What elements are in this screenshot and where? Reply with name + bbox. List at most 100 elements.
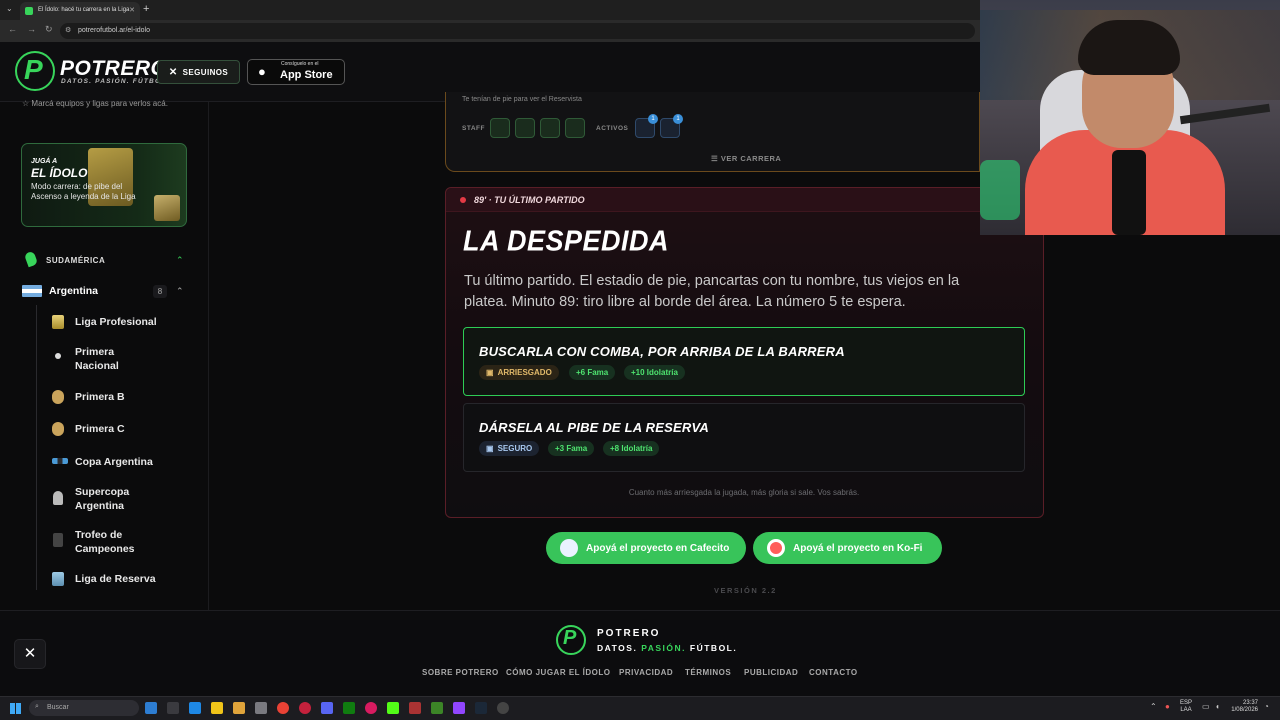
region-label: SUDAMÉRICA bbox=[46, 256, 106, 265]
tab-menu-icon[interactable]: ⌄ bbox=[6, 4, 13, 13]
active-count-badge: 1 bbox=[648, 114, 658, 124]
tab-title: El Ídolo: hacé tu carrera en la Liga bbox=[38, 7, 130, 13]
follow-x-button[interactable]: ✕ SEGUINOS bbox=[157, 60, 240, 84]
task-view-icon[interactable] bbox=[145, 702, 157, 714]
choice-option-safe[interactable] bbox=[463, 403, 1025, 472]
footer-link-publicidad[interactable]: PUBLICIDAD bbox=[744, 668, 798, 677]
promo-title: EL ÍDOLO bbox=[31, 166, 88, 180]
liga-profesional-icon bbox=[52, 315, 64, 329]
footer-link-como-jugar[interactable]: CÓMO JUGAR EL ÍDOLO bbox=[506, 668, 610, 677]
cafecito-button[interactable]: Apoyá el proyecto en Cafecito bbox=[546, 532, 746, 564]
notifications-icon[interactable]: ◔ bbox=[1264, 702, 1269, 711]
app-store-label: App Store bbox=[280, 69, 333, 81]
favicon-icon bbox=[25, 7, 33, 15]
sidebar-item-liga-de-reserva[interactable]: Liga de Reserva bbox=[75, 572, 156, 586]
browser-tab[interactable]: El Ídolo: hacé tu carrera en la Liga ✕ bbox=[20, 2, 140, 20]
chevron-up-icon[interactable]: ⌃ bbox=[176, 255, 184, 266]
staff-doctor-icon[interactable] bbox=[490, 118, 510, 138]
apple-icon: ● bbox=[258, 64, 266, 79]
favorites-hint: ☆ Marcá equipos y ligas para verlos acá. bbox=[22, 99, 168, 108]
fame-reward-badge: +3 Fama bbox=[548, 441, 595, 456]
risk-hint: Cuanto más arriesgada la jugada, más glo… bbox=[628, 488, 860, 497]
sidebar-item-supercopa-argentina[interactable]: Supercopa Argentina bbox=[75, 485, 165, 513]
steam-icon[interactable] bbox=[475, 702, 487, 714]
staff-agent-icon[interactable] bbox=[565, 118, 585, 138]
media-player-icon[interactable] bbox=[365, 702, 377, 714]
safe-badge: ▣ SEGURO bbox=[479, 441, 540, 456]
input-language[interactable]: ESP LAA bbox=[1180, 700, 1192, 714]
footer-link-contacto[interactable]: CONTACTO bbox=[809, 668, 858, 677]
player-card-small-image bbox=[154, 195, 180, 221]
sidebar-item-primera-nacional[interactable]: Primera Nacional bbox=[75, 345, 155, 373]
recording-app-icon[interactable] bbox=[409, 702, 421, 714]
sidebar-item-liga-profesional[interactable]: Liga Profesional bbox=[75, 315, 157, 329]
star-icon: ☆ bbox=[22, 99, 32, 108]
country-count-badge: 8 bbox=[153, 285, 167, 298]
chrome-icon[interactable] bbox=[277, 702, 289, 714]
promo-pre: JUGÁ A bbox=[31, 158, 58, 165]
event-title: LA DESPEDIDA bbox=[463, 225, 670, 257]
country-label[interactable]: Argentina bbox=[49, 285, 98, 297]
footer-link-sobre[interactable]: SOBRE POTRERO bbox=[422, 668, 499, 677]
match-minute: 89' · TU ÚLTIMO PARTIDO bbox=[474, 195, 585, 205]
footer-logo-letter: P bbox=[563, 627, 577, 649]
opera-icon[interactable] bbox=[299, 702, 311, 714]
risk-badge: ▣ ARRIESGADO bbox=[479, 365, 559, 380]
sidebar-item-primera-b[interactable]: Primera B bbox=[75, 390, 125, 404]
file-explorer-icon[interactable] bbox=[167, 702, 179, 714]
site-footer bbox=[0, 610, 1280, 696]
xbox-icon[interactable] bbox=[343, 702, 355, 714]
clock[interactable]: 23:37 1/08/2026 bbox=[1228, 700, 1258, 714]
microphone-icon[interactable]: ● bbox=[1165, 702, 1170, 711]
choice-option-risky[interactable] bbox=[463, 327, 1025, 396]
taskbar-search-input[interactable] bbox=[29, 700, 139, 716]
follow-label: SEGUINOS bbox=[182, 67, 229, 77]
view-career-button[interactable]: ☰ VER CARRERA bbox=[711, 148, 781, 166]
primera-c-icon bbox=[52, 422, 64, 436]
footer-brand: POTRERO bbox=[597, 628, 661, 639]
display-icon[interactable]: ▭ bbox=[1202, 702, 1210, 711]
sidebar-item-primera-c[interactable]: Primera C bbox=[75, 422, 125, 436]
shield-icon: ▣ bbox=[486, 444, 494, 453]
x-logo-icon: ✕ bbox=[168, 66, 178, 78]
site-info-icon[interactable]: ⚙ bbox=[65, 26, 71, 34]
volume-icon[interactable]: ◖ bbox=[1215, 702, 1220, 711]
sidebar-item-copa-argentina[interactable]: Copa Argentina bbox=[75, 455, 153, 469]
list-icon: ☰ bbox=[711, 154, 721, 163]
app-icon[interactable] bbox=[255, 702, 267, 714]
new-tab-button[interactable]: + bbox=[143, 3, 149, 15]
forward-icon[interactable]: → bbox=[27, 24, 36, 34]
url-text: potrerofutbol.ar/el-idolo bbox=[78, 27, 150, 34]
discord-icon[interactable] bbox=[321, 702, 333, 714]
x-social-icon[interactable]: ✕ bbox=[14, 639, 46, 669]
dice-icon: ▣ bbox=[486, 368, 494, 377]
mail-icon[interactable] bbox=[189, 702, 201, 714]
chevron-up-icon[interactable]: ⌃ bbox=[176, 286, 184, 297]
notes-icon[interactable] bbox=[211, 702, 223, 714]
footer-link-terminos[interactable]: TÉRMINOS bbox=[685, 668, 731, 677]
url-field[interactable] bbox=[60, 23, 975, 39]
kofi-button[interactable]: Apoyá el proyecto en Ko-Fi bbox=[753, 532, 942, 564]
close-tab-icon[interactable]: ✕ bbox=[129, 6, 135, 14]
staff-psychologist-icon[interactable] bbox=[540, 118, 560, 138]
reload-icon[interactable]: ↻ bbox=[45, 24, 53, 35]
footer-link-privacidad[interactable]: PRIVACIDAD bbox=[619, 668, 673, 677]
primera-nacional-icon bbox=[55, 353, 61, 359]
sidebar-item-trofeo-de-campeones[interactable]: Trofeo de Campeones bbox=[75, 528, 165, 556]
tray-chevron-icon[interactable]: ⌃ bbox=[1150, 702, 1157, 711]
activos-label: ACTIVOS bbox=[596, 125, 629, 132]
back-icon[interactable]: ← bbox=[8, 24, 17, 34]
obs-icon[interactable] bbox=[497, 702, 509, 714]
kick-icon[interactable] bbox=[387, 702, 399, 714]
footer-tagline: DATOS. PASIÓN. FÚTBOL. bbox=[597, 643, 738, 653]
staff-trainer-icon[interactable] bbox=[515, 118, 535, 138]
minecraft-icon[interactable] bbox=[431, 702, 443, 714]
folder-icon[interactable] bbox=[233, 702, 245, 714]
active-count-badge: 1 bbox=[673, 114, 683, 124]
windows-start-icon[interactable] bbox=[10, 703, 21, 714]
kofi-cup-icon bbox=[767, 539, 785, 557]
event-description: Tu último partido. El estadio de pie, pa… bbox=[464, 273, 960, 310]
version-label: VERSIÓN 2.2 bbox=[714, 586, 777, 595]
twitch-icon[interactable] bbox=[453, 702, 465, 714]
idolatria-reward-badge: +8 Idolatría bbox=[603, 441, 660, 456]
